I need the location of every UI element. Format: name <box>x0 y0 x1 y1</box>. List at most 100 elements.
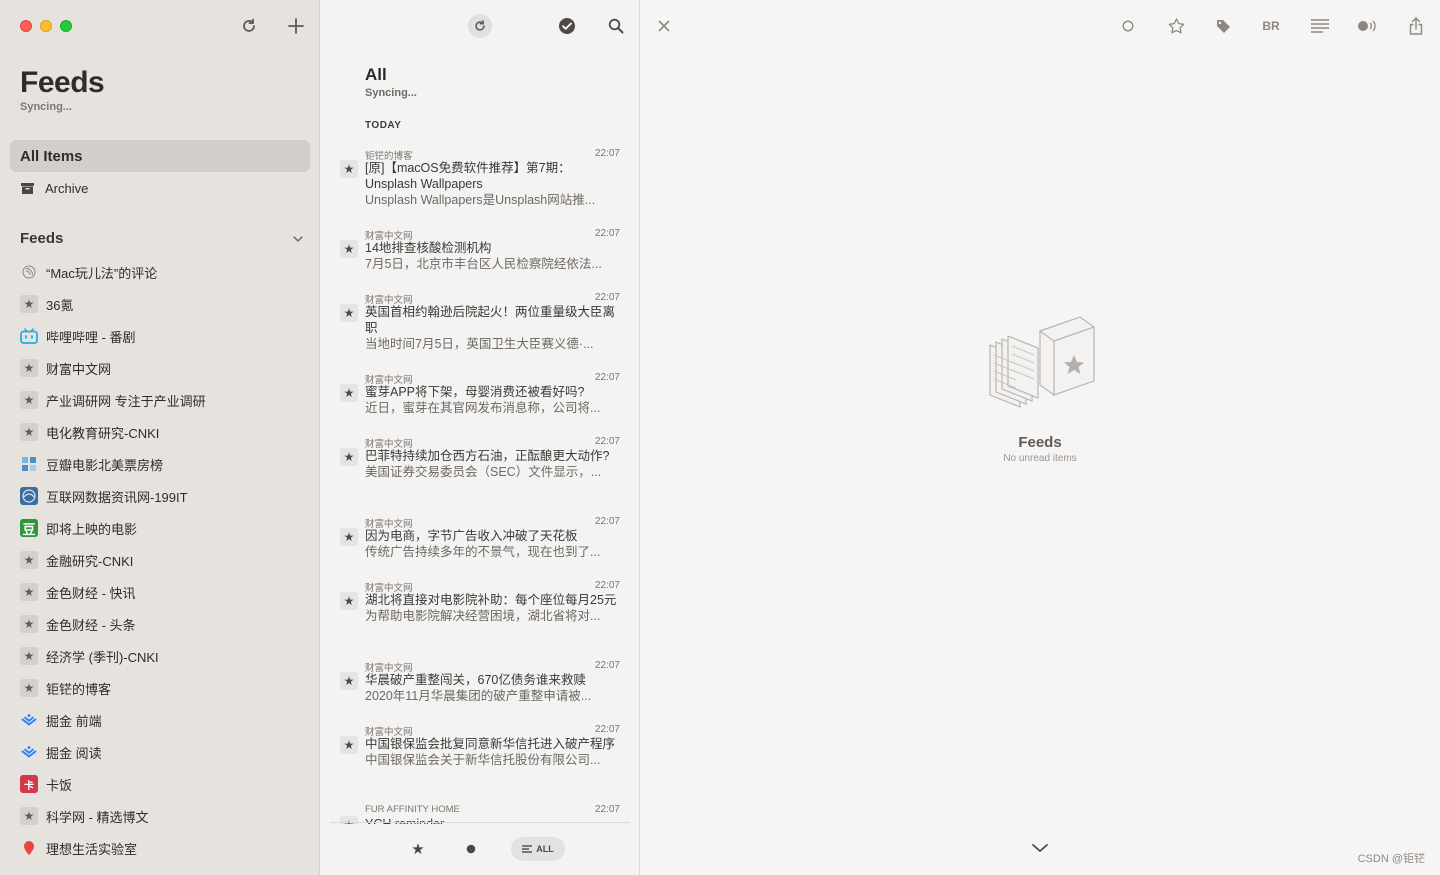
tag-article-button[interactable] <box>1211 14 1235 38</box>
feed-item[interactable]: ★ 金融研究-CNKI <box>20 544 310 576</box>
feeds-section-label: Feeds <box>20 230 64 247</box>
feeds-stack-icon <box>989 316 1095 408</box>
sync-button[interactable] <box>468 14 492 38</box>
feed-item[interactable]: 豆即将上映的电影 <box>20 512 310 544</box>
article-row[interactable]: ★ FUR AFFINITY HOME 22:07 YCH reminder <box>340 804 620 824</box>
feed-item[interactable]: ★ 经济学 (季刊)-CNKI <box>20 640 310 672</box>
search-button[interactable] <box>604 14 628 38</box>
feed-label: 科学网 - 精选博文 <box>46 809 149 825</box>
circle-icon <box>1122 20 1134 32</box>
speaker-toggle-icon <box>1358 20 1376 32</box>
douban-grid-icon <box>20 455 38 473</box>
star-article-button[interactable] <box>1164 14 1188 38</box>
article-row[interactable]: ★ 财富中文网 22:07 华晨破产重整闯关，670亿债务谁来救赎 2020年1… <box>340 660 620 724</box>
text-to-speech-button[interactable] <box>1356 14 1380 38</box>
star-icon: ★ <box>340 384 358 402</box>
feed-item[interactable]: ★ 36氪 <box>20 288 310 320</box>
star-icon: ★ <box>340 592 358 610</box>
feed-item[interactable]: ★ 财富中文网 <box>20 352 310 384</box>
article-summary: 中国银保监会关于新华信托股份有限公司... <box>365 753 601 767</box>
feed-item[interactable]: ★ 金色财经 - 快讯 <box>20 576 310 608</box>
close-window-button[interactable] <box>20 20 32 32</box>
feed-item[interactable]: “Mac玩儿法”的评论 <box>20 256 310 288</box>
mark-unread-button[interactable] <box>1116 14 1140 38</box>
add-feed-button[interactable] <box>284 14 308 38</box>
article-row[interactable]: ★ 财富中文网 22:07 因为电商，字节广告收入冲破了天花板 传统广告持续多年… <box>340 516 620 580</box>
article-title: 巴菲特持续加仓西方石油，正酝酿更大动作? <box>365 449 610 463</box>
feed-label: 金融研究-CNKI <box>46 553 134 569</box>
feed-label: 金色财经 - 头条 <box>46 617 136 633</box>
article-summary: 7月5日，北京市丰台区人民检察院经依法... <box>365 257 602 271</box>
article-source: 财富中文网 <box>365 519 413 530</box>
bionic-reading-button[interactable]: BR <box>1259 14 1283 38</box>
article-title: 中国银保监会批复同意新华信托进入破产程序 <box>365 737 616 751</box>
refresh-icon <box>243 18 255 32</box>
mark-all-read-button[interactable] <box>555 14 579 38</box>
article-row[interactable]: ★ 财富中文网 22:07 英国首相约翰逊后院起火！两位重量级大臣离职 当地时间… <box>340 292 620 372</box>
feed-item[interactable]: ★ 电化教育研究-CNKI <box>20 416 310 448</box>
feed-label: 电化教育研究-CNKI <box>46 425 160 441</box>
article-time: 22:07 <box>594 516 620 527</box>
feed-item[interactable]: 卡卡饭 <box>20 768 310 800</box>
article-time: 22:07 <box>594 292 620 303</box>
article-title: 14地排查核酸检测机构 <box>365 241 492 255</box>
filter-all-button[interactable]: ALL <box>511 837 565 861</box>
minimize-window-button[interactable] <box>40 20 52 32</box>
bionic-reading-label: BR <box>1262 19 1280 33</box>
refresh-feeds-button[interactable] <box>237 14 261 38</box>
feed-label: 互联网数据资讯网-199IT <box>46 489 188 505</box>
maximize-window-button[interactable] <box>60 20 72 32</box>
article-summary: 传统广告持续多年的不景气，现在也到了... <box>365 545 601 559</box>
article-source: 财富中文网 <box>365 231 413 242</box>
rss-icon <box>20 263 38 281</box>
feed-item[interactable]: 理想生活实验室 <box>20 832 310 864</box>
feed-label: “Mac玩儿法”的评论 <box>46 265 158 281</box>
star-icon: ★ <box>340 672 358 690</box>
feed-item[interactable]: 掘金 前端 <box>20 704 310 736</box>
feed-label: 经济学 (季刊)-CNKI <box>46 649 159 665</box>
article-row[interactable]: ★ 财富中文网 22:07 巴菲特持续加仓西方石油，正酝酿更大动作? 美国证券交… <box>340 436 620 516</box>
article-row[interactable]: ★ 财富中文网 22:07 中国银保监会批复同意新华信托进入破产程序 中国银保监… <box>340 724 620 804</box>
sidebar-item-all-items[interactable]: All Items <box>10 140 310 172</box>
refresh-icon <box>475 20 485 31</box>
star-icon: ★ <box>340 528 358 546</box>
feed-label: 理想生活实验室 <box>46 841 138 857</box>
feed-item[interactable]: ★ 钜铓的博客 <box>20 672 310 704</box>
article-row[interactable]: ★ 财富中文网 22:07 14地排查核酸检测机构 7月5日，北京市丰台区人民检… <box>340 228 620 292</box>
empty-state: Feeds No unread items <box>940 315 1140 464</box>
article-time: 22:07 <box>594 436 620 447</box>
feed-item[interactable]: ★ 产业调研网 专注于产业调研 <box>20 384 310 416</box>
feed-item[interactable]: ★ 金色财经 - 头条 <box>20 608 310 640</box>
199it-icon <box>20 487 38 505</box>
reader-view-button[interactable] <box>1308 14 1332 38</box>
feeds-section-header[interactable]: Feeds <box>20 230 304 247</box>
feed-item[interactable]: 豆瓣电影北美票房榜 <box>20 448 310 480</box>
feed-item[interactable]: 哔哩哔哩 - 番剧 <box>20 320 310 352</box>
chevron-down-icon[interactable] <box>292 235 304 243</box>
feed-item[interactable]: 掘金 阅读 <box>20 736 310 768</box>
article-source: 财富中文网 <box>365 295 413 306</box>
feed-item[interactable]: 互联网数据资讯网-199IT <box>20 480 310 512</box>
divider <box>330 822 630 823</box>
star-icon: ★ <box>411 841 425 858</box>
article-summary: 近日，蜜芽在其官网发布消息称，公司将... <box>365 401 601 415</box>
star-icon: ★ <box>20 295 38 313</box>
douban-icon: 豆 <box>20 519 38 537</box>
juejin-icon <box>20 711 38 729</box>
sidebar-item-archive[interactable]: Archive <box>10 172 310 204</box>
article-row[interactable]: ★ 钜铓的博客 22:07 [原]【macOS免费软件推荐】第7期：Unspla… <box>340 148 620 228</box>
sidebar: Feeds Syncing... All Items Archive Feeds… <box>0 0 320 875</box>
next-article-button[interactable] <box>1028 836 1052 860</box>
feed-label: 掘金 前端 <box>46 713 102 729</box>
share-button[interactable] <box>1404 14 1428 38</box>
filter-unread-button[interactable] <box>459 837 483 861</box>
list-title: All <box>365 65 387 84</box>
close-article-button[interactable] <box>652 14 676 38</box>
list-icon <box>522 845 533 853</box>
filter-starred-button[interactable]: ★ <box>406 837 430 861</box>
article-row[interactable]: ★ 财富中文网 22:07 蜜芽APP将下架，母婴消费还被看好吗? 近日，蜜芽在… <box>340 372 620 436</box>
feed-label: 钜铓的博客 <box>46 681 112 697</box>
article-row[interactable]: ★ 财富中文网 22:07 湖北将直接对电影院补助：每个座位每月25元 为帮助电… <box>340 580 620 660</box>
checkmark-circle-icon <box>559 18 575 34</box>
feed-item[interactable]: ★ 科学网 - 精选博文 <box>20 800 310 832</box>
